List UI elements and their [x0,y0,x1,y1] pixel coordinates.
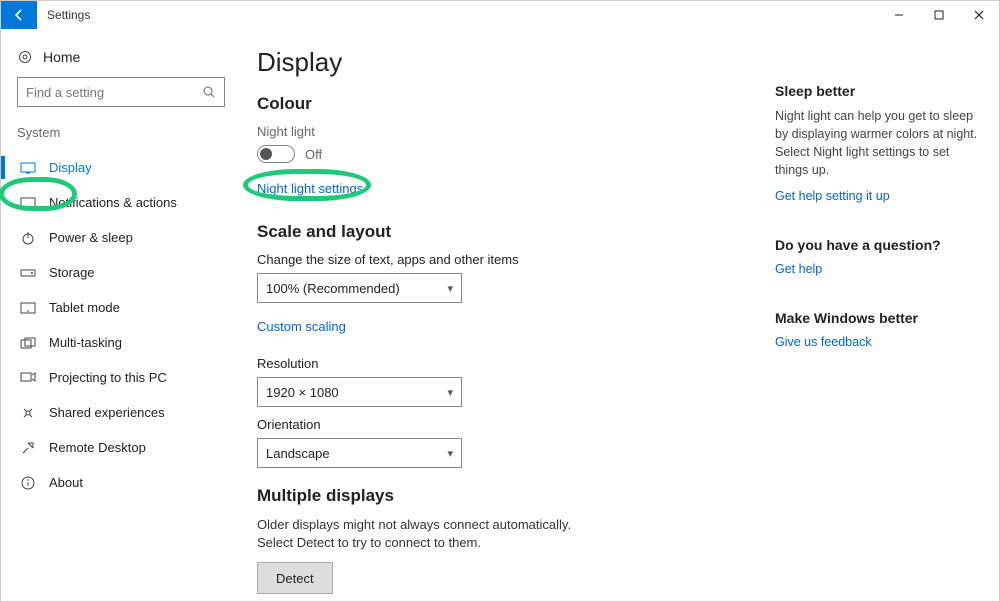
night-light-state: Off [305,147,322,162]
back-button[interactable] [1,1,37,29]
sidebar-item-label: Multi-tasking [49,335,122,350]
sidebar-item-label: About [49,475,83,490]
sleep-better-link[interactable]: Get help setting it up [775,189,890,203]
chevron-down-icon: ▾ [447,282,453,295]
home-label: Home [43,49,80,65]
sidebar-item-label: Shared experiences [49,405,165,420]
search-icon [202,85,216,99]
text-size-select[interactable]: 100% (Recommended) ▾ [257,273,462,303]
sidebar-item-remote[interactable]: Remote Desktop [13,430,229,465]
sidebar-item-label: Storage [49,265,95,280]
multi-body-text: Older displays might not always connect … [257,516,577,552]
sidebar-item-shared[interactable]: Shared experiences [13,395,229,430]
sidebar-item-label: Notifications & actions [49,195,177,210]
search-field[interactable] [26,85,202,100]
window-title: Settings [37,8,90,22]
sidebar-item-notifications[interactable]: Notifications & actions [13,185,229,220]
sleep-better-heading: Sleep better [775,83,983,99]
sleep-better-body: Night light can help you get to sleep by… [775,107,983,180]
sidebar-item-display[interactable]: Display [13,150,229,185]
feedback-heading: Make Windows better [775,310,983,326]
close-button[interactable] [959,1,999,29]
resolution-label: Resolution [257,356,747,371]
remote-icon [21,441,35,455]
sidebar-item-tablet[interactable]: Tablet mode [13,290,229,325]
question-heading: Do you have a question? [775,237,983,253]
section-scale-heading: Scale and layout [257,222,747,242]
page-title: Display [257,47,747,78]
sidebar-item-storage[interactable]: Storage [13,255,229,290]
night-light-toggle[interactable] [257,145,295,163]
chevron-down-icon: ▾ [447,447,453,460]
sidebar-item-label: Projecting to this PC [49,370,167,385]
sidebar-item-multitasking[interactable]: Multi-tasking [13,325,229,360]
right-pane: Sleep better Night light can help you ge… [775,29,999,601]
text-size-label: Change the size of text, apps and other … [257,252,747,267]
chevron-down-icon: ▾ [447,386,453,399]
message-icon [20,197,36,209]
project-icon [20,372,36,384]
feedback-link[interactable]: Give us feedback [775,335,872,349]
monitor-icon [20,162,36,174]
minimize-button[interactable] [879,1,919,29]
tablet-icon [20,302,36,314]
sidebar-item-label: Remote Desktop [49,440,146,455]
home-button[interactable]: Home [13,43,229,77]
title-bar: Settings [1,1,999,29]
sidebar: Home System Display Notifications & acti… [1,29,239,601]
share-icon [21,406,35,420]
arrow-left-icon [12,8,26,22]
night-light-settings-link[interactable]: Night light settings [257,181,363,196]
sidebar-item-label: Tablet mode [49,300,120,315]
orientation-select[interactable]: Landscape ▾ [257,438,462,468]
orientation-value: Landscape [266,446,330,461]
get-help-link[interactable]: Get help [775,262,822,276]
resolution-select[interactable]: 1920 × 1080 ▾ [257,377,462,407]
section-multi-heading: Multiple displays [257,486,747,506]
text-size-value: 100% (Recommended) [266,281,400,296]
custom-scaling-link[interactable]: Custom scaling [257,319,346,334]
info-icon [21,476,35,490]
power-icon [21,231,35,245]
orientation-label: Orientation [257,417,747,432]
sidebar-item-label: Display [49,160,92,175]
sidebar-item-label: Power & sleep [49,230,133,245]
maximize-button[interactable] [919,1,959,29]
section-colour-heading: Colour [257,94,747,114]
resolution-value: 1920 × 1080 [266,385,339,400]
drive-icon [20,269,36,277]
gear-icon [17,49,33,65]
main-content: Display Colour Night light Off Night lig… [239,29,775,601]
detect-button[interactable]: Detect [257,562,333,594]
night-light-label: Night light [257,124,747,139]
category-label: System [13,125,229,150]
multitask-icon [20,337,36,349]
search-input[interactable] [17,77,225,107]
window-controls [879,1,999,29]
sidebar-item-power[interactable]: Power & sleep [13,220,229,255]
sidebar-item-about[interactable]: About [13,465,229,500]
sidebar-item-projecting[interactable]: Projecting to this PC [13,360,229,395]
